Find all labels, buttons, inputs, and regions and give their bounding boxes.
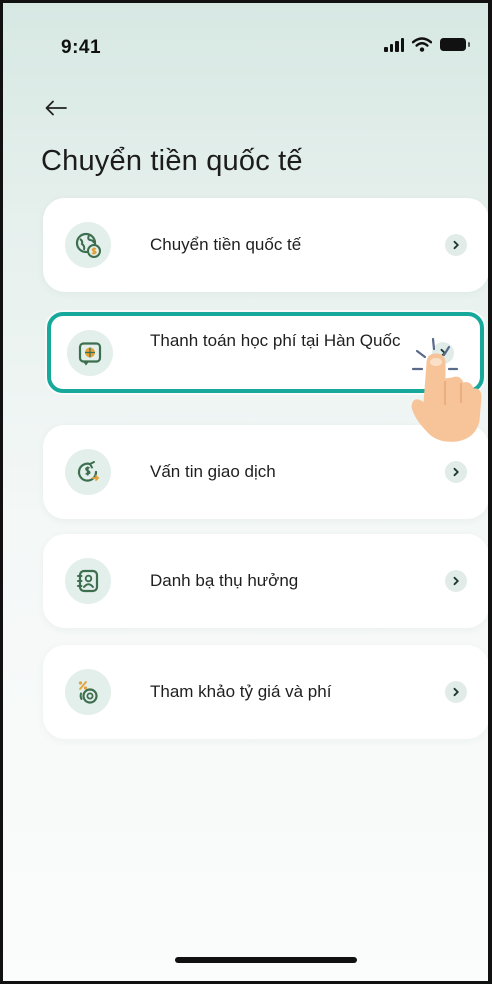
wifi-icon: [412, 37, 432, 52]
menu-item-international-transfer[interactable]: Chuyển tiền quốc tế: [43, 198, 488, 292]
chevron-right-icon: [432, 341, 454, 364]
menu-item-label: Thanh toán học phí tại Hàn Quốc: [150, 331, 401, 350]
menu-item-beneficiary-contacts[interactable]: Danh bạ thụ hưởng: [43, 534, 488, 628]
chevron-right-icon: [445, 681, 467, 703]
menu-item-label: Danh bạ thụ hưởng: [150, 571, 299, 590]
transaction-inquiry-icon: [65, 449, 111, 495]
tuition-payment-icon: [67, 329, 113, 376]
page-title: Chuyển tiền quốc tế: [41, 145, 303, 177]
menu-item-label: Tham khảo tỷ giá và phí: [150, 682, 332, 701]
chevron-right-icon: [445, 234, 467, 256]
status-icons: [384, 37, 470, 52]
status-time: 9:41: [61, 37, 102, 58]
back-button[interactable]: [39, 91, 73, 125]
cellular-signal-icon: [384, 37, 404, 52]
chevron-right-icon: [445, 461, 467, 483]
globe-money-icon: [65, 222, 111, 268]
exchange-rate-fee-icon: [65, 669, 111, 715]
menu-item-transaction-inquiry[interactable]: Vấn tin giao dịch: [43, 425, 488, 519]
menu-item-label: Vấn tin giao dịch: [150, 462, 276, 481]
menu-item-exchange-rate-fees[interactable]: Tham khảo tỷ giá và phí: [43, 645, 488, 739]
phone-screen: 9:41 Chuyển tiền quốc tế Chuyển tiền quố…: [0, 0, 492, 984]
menu-item-label: Chuyển tiền quốc tế: [150, 235, 302, 254]
chevron-right-icon: [445, 570, 467, 592]
menu-item-korea-tuition-payment[interactable]: Thanh toán học phí tại Hàn Quốc: [47, 312, 484, 393]
home-indicator: [175, 957, 357, 963]
beneficiary-contacts-icon: [65, 558, 111, 604]
battery-icon: [440, 38, 470, 51]
status-bar: 9:41: [3, 3, 488, 99]
arrow-left-icon: [45, 100, 67, 116]
